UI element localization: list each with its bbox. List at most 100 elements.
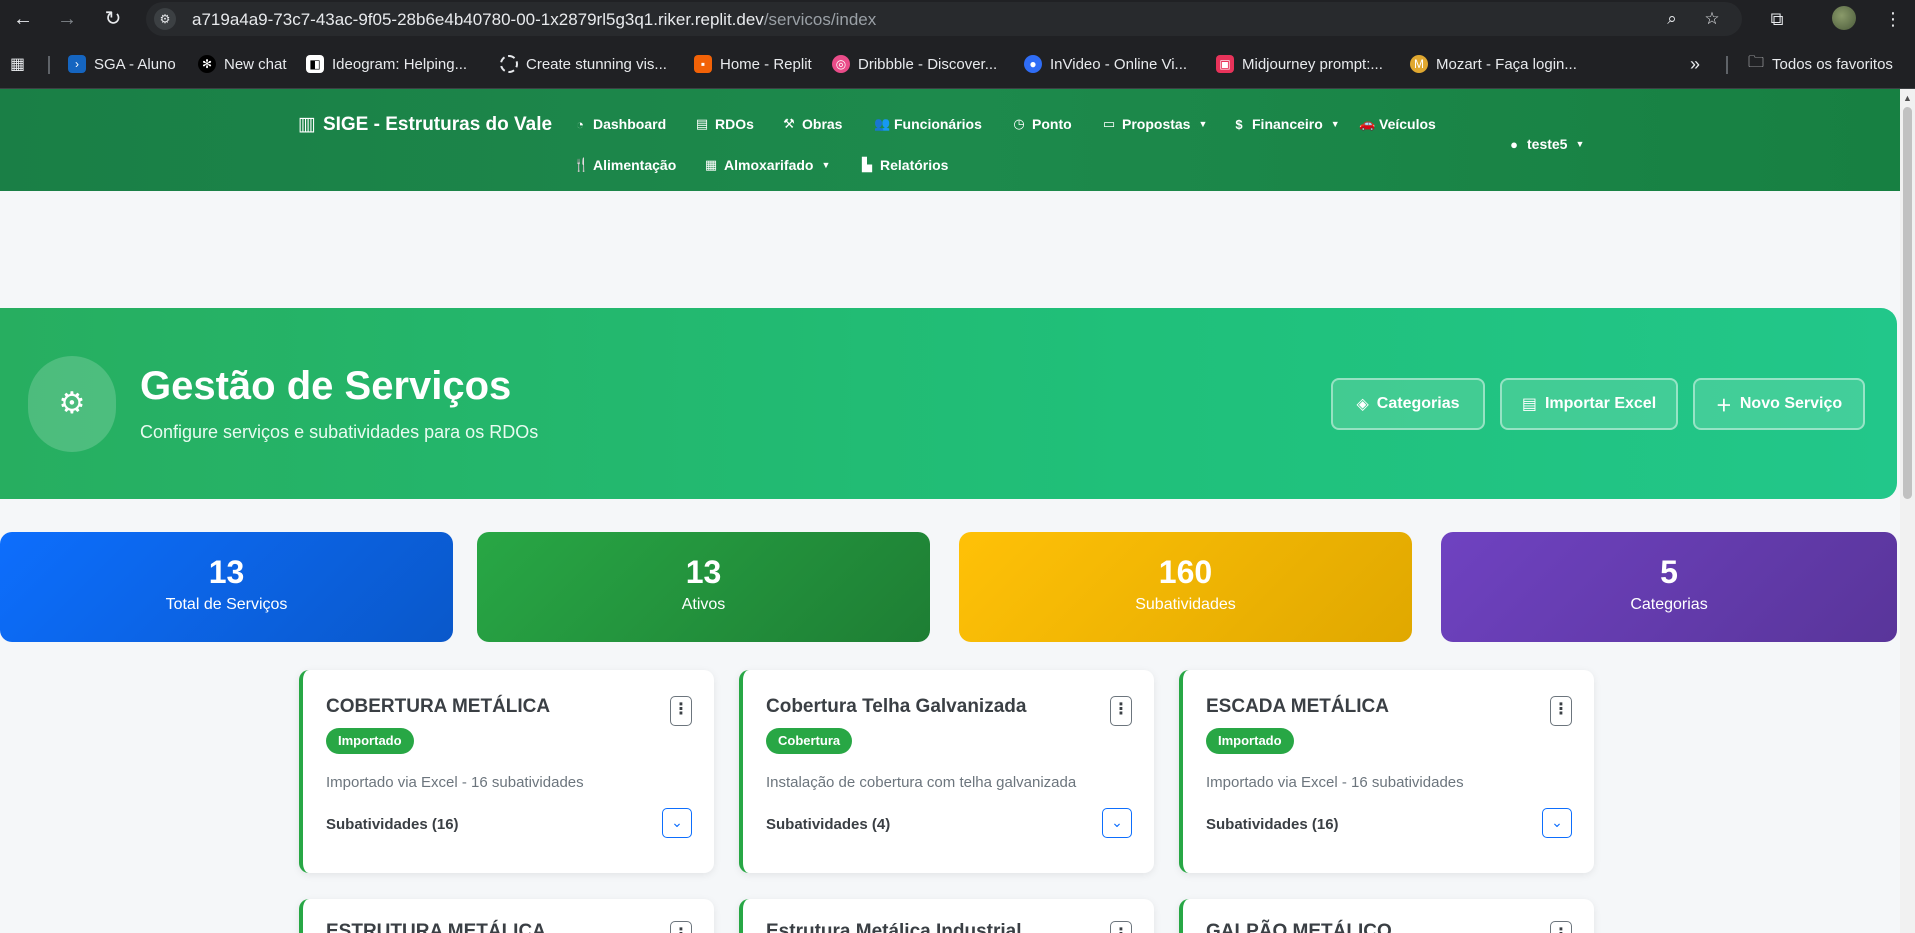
bookmark-separator [48, 56, 50, 74]
more-vertical-icon[interactable]: ⋮ [1550, 921, 1572, 933]
categorias-button[interactable]: ◈ Categorias [1331, 378, 1485, 430]
importar-excel-button[interactable]: ▤ Importar Excel [1500, 378, 1678, 430]
nav-alimentacao[interactable]: 🍴 Alimentação [573, 157, 676, 173]
bookmark-mozart[interactable]: M Mozart - Faça login... [1410, 53, 1577, 75]
menu-icon[interactable]: ⋮ [1880, 6, 1906, 32]
all-bookmarks[interactable]: 🗀 Todos os favoritos [1748, 53, 1893, 75]
bookmark-create-stunning[interactable]: Create stunning vis... [500, 53, 667, 75]
stat-value: 5 [1660, 554, 1678, 590]
utensils-icon: 🍴 [573, 157, 590, 172]
nav-dashboard[interactable]: ◔ Dashboard [573, 116, 666, 132]
service-title: ESCADA METÁLICA [1206, 696, 1389, 717]
service-title: Cobertura Telha Galvanizada [766, 696, 1027, 717]
stat-subatividades: 160 Subatividades [959, 532, 1412, 642]
stat-value: 13 [208, 554, 245, 590]
bookmark-ideogram[interactable]: ◧ Ideogram: Helping... [306, 53, 467, 75]
nav-almoxarifado[interactable]: ▦ Almoxarifado ▼ [704, 157, 831, 173]
user-menu[interactable]: ● teste5 ▼ [1507, 136, 1584, 152]
stat-label: Subatividades [1135, 596, 1236, 613]
bookmark-label: SGA - Aluno [94, 55, 176, 73]
apps-icon[interactable]: ▦ [10, 53, 25, 75]
chevron-down-icon[interactable]: ⌄ [1542, 808, 1572, 838]
url-text[interactable]: a719a4a9-73c7-43ac-9f05-28b6e4b40780-00-… [192, 10, 876, 30]
site-info-icon[interactable]: ⚙ [154, 8, 176, 30]
ideogram-icon: ◧ [306, 55, 324, 73]
nav-label: Obras [802, 116, 843, 132]
service-card: ESTRUTURA METÁLICA ⋮ [299, 899, 714, 933]
more-vertical-icon[interactable]: ⋮ [1110, 696, 1132, 726]
back-icon[interactable]: ← [10, 6, 36, 32]
scroll-up-icon[interactable]: ▲ [1903, 93, 1912, 103]
nav-funcionarios[interactable]: 👥 Funcionários [874, 116, 982, 132]
bookmark-label: Dribbble - Discover... [858, 55, 998, 73]
service-title: Estrutura Metálica Industrial [766, 921, 1022, 933]
more-vertical-icon[interactable]: ⋮ [1550, 696, 1572, 726]
chevron-down-icon[interactable]: ⌄ [1102, 808, 1132, 838]
nav-ponto[interactable]: ◷ Ponto [1012, 116, 1071, 132]
profile-avatar[interactable] [1832, 6, 1856, 30]
caret-down-icon: ▼ [1330, 119, 1340, 129]
bookmark-sga[interactable]: › SGA - Aluno [68, 53, 176, 75]
nav-veiculos[interactable]: 🚗 Veículos [1359, 116, 1436, 132]
stat-value: 13 [685, 554, 722, 590]
service-description: Instalação de cobertura com telha galvan… [766, 774, 1077, 791]
nav-label: Funcionários [894, 116, 982, 132]
stat-label: Categorias [1630, 596, 1708, 613]
more-vertical-icon[interactable]: ⋮ [670, 921, 692, 933]
service-title: COBERTURA METÁLICA [326, 696, 551, 717]
bookmark-new-chat[interactable]: ✻ New chat [198, 53, 287, 75]
dribbble-icon: ◎ [832, 55, 850, 73]
bookmark-label: InVideo - Online Vi... [1050, 55, 1188, 73]
zoom-icon[interactable]: ⌕ [1662, 9, 1682, 29]
subatividades-label: Subatividades (16) [326, 816, 459, 833]
page-header: ⚙ Gestão de Serviços Configure serviços … [0, 308, 1897, 499]
nav-label: Propostas [1122, 116, 1191, 132]
more-vertical-icon[interactable]: ⋮ [670, 696, 692, 726]
nav-relatorios[interactable]: ▙ Relatórios [860, 157, 948, 173]
button-label: Categorias [1376, 395, 1460, 412]
nav-label: Dashboard [593, 116, 667, 132]
bookmark-label: Midjourney prompt:... [1242, 55, 1383, 73]
novo-servico-button[interactable]: ＋ Novo Serviço [1693, 378, 1865, 430]
dollar-icon: $ [1235, 116, 1243, 132]
reload-icon[interactable]: ↻ [100, 6, 126, 32]
hammer-icon: ⚒ [783, 116, 795, 131]
stat-label: Ativos [681, 596, 726, 613]
more-vertical-icon[interactable]: ⋮ [1110, 921, 1132, 933]
bookmark-dribbble[interactable]: ◎ Dribbble - Discover... [832, 53, 997, 75]
tag-icon: ◈ [1356, 396, 1369, 413]
nav-propostas[interactable]: ▭ Propostas ▼ [1102, 116, 1208, 132]
folder-icon: 🗀 [1748, 53, 1765, 71]
page-scrollbar[interactable]: ▲ [1900, 89, 1915, 933]
bookmark-separator [1726, 56, 1728, 74]
subatividades-label: Subatividades (4) [766, 816, 891, 833]
url-host: a719a4a9-73c7-43ac-9f05-28b6e4b40780-00-… [192, 10, 764, 29]
stat-ativos: 13 Ativos [477, 532, 930, 642]
address-bar[interactable]: ⚙ a719a4a9-73c7-43ac-9f05-28b6e4b40780-0… [146, 2, 1742, 36]
chart-icon: ▙ [862, 157, 872, 172]
service-card: COBERTURA METÁLICA ⋮ Importado Importado… [299, 670, 714, 873]
more-bookmarks-icon[interactable]: » [1690, 53, 1700, 75]
page-subtitle: Configure serviços e subatividades para … [140, 422, 539, 442]
extensions-icon[interactable]: ⧉ [1764, 6, 1790, 32]
app-navbar: ▥ SIGE - Estruturas do Vale ◔ Dashboard ▤ R… [0, 89, 1900, 191]
bookmark-midjourney[interactable]: ▣ Midjourney prompt:... [1216, 53, 1383, 75]
nav-obras[interactable]: ⚒ Obras [782, 116, 842, 132]
mozart-icon: M [1410, 55, 1428, 73]
bookmark-star-icon[interactable]: ☆ [1702, 9, 1722, 29]
car-icon: 🚗 [1359, 116, 1376, 131]
invideo-icon: ● [1024, 55, 1042, 73]
nav-label: Veículos [1379, 116, 1436, 132]
bookmark-replit[interactable]: ▪ Home - Replit [694, 53, 812, 75]
forward-icon[interactable]: → [54, 6, 80, 32]
all-bookmarks-label: Todos os favoritos [1772, 55, 1893, 73]
scroll-thumb[interactable] [1903, 107, 1912, 499]
nav-label: Almoxarifado [724, 157, 814, 173]
nav-rdos[interactable]: ▤ RDOs [695, 116, 754, 132]
chevron-down-icon[interactable]: ⌄ [662, 808, 692, 838]
create-icon [500, 55, 518, 73]
nav-financeiro[interactable]: $ Financeiro ▼ [1232, 116, 1340, 132]
category-badge: Importado [326, 728, 414, 754]
bookmark-invideo[interactable]: ● InVideo - Online Vi... [1024, 53, 1187, 75]
brand-link[interactable]: ▥ SIGE - Estruturas do Vale [298, 113, 552, 136]
